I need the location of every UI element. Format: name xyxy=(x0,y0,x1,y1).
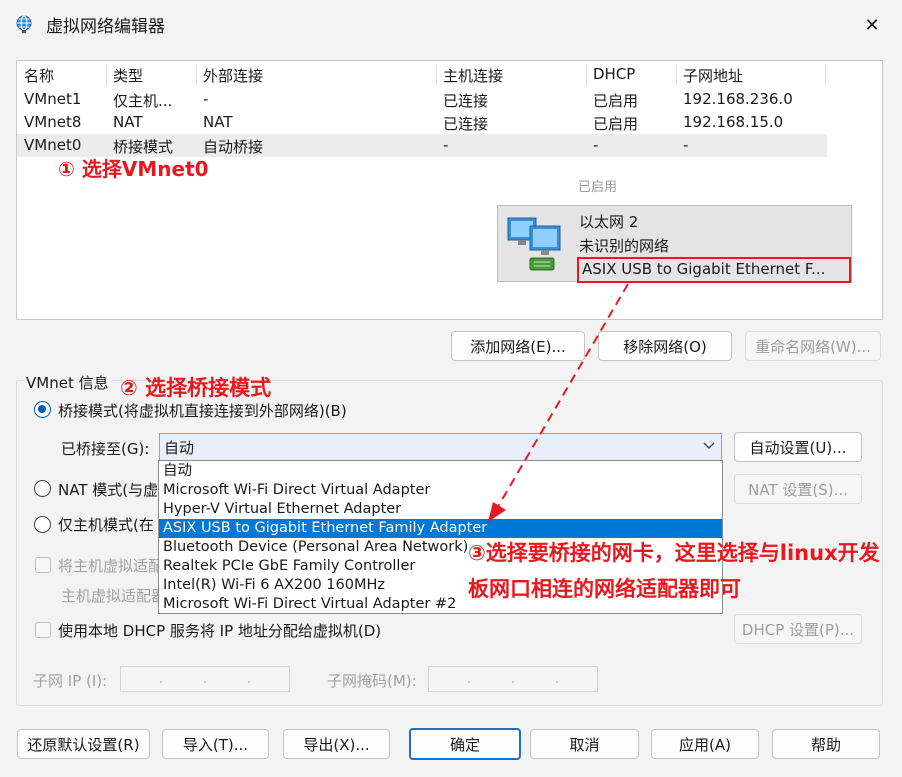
adapter-card-status: 未识别的网络 xyxy=(579,237,670,255)
apply-button[interactable]: 应用(A) xyxy=(651,729,759,759)
dropdown-option[interactable]: 自动 xyxy=(159,462,722,481)
connect-host-adapter-checkbox[interactable] xyxy=(35,557,51,573)
help-button[interactable]: 帮助 xyxy=(772,729,880,759)
annotation-step3: ③选择要桥接的网卡，这里选择与linux开发板网口相连的网络适配器即可 xyxy=(468,541,880,601)
auto-settings-button[interactable]: 自动设置(U)... xyxy=(734,432,862,462)
column-header-external[interactable]: 外部连接 xyxy=(203,65,263,86)
annotation-step2: ② 选择桥接模式 xyxy=(120,376,272,400)
bridged-mode-radio[interactable] xyxy=(34,401,51,418)
window-title: 虚拟网络编辑器 xyxy=(46,17,165,37)
nat-mode-label[interactable]: NAT 模式(与虚 xyxy=(58,479,158,500)
import-button[interactable]: 导入(T)... xyxy=(162,729,269,759)
host-only-label[interactable]: 仅主机模式(在 xyxy=(58,514,154,535)
list-header: 名称 类型 外部连接 主机连接 DHCP 子网地址 xyxy=(17,63,827,86)
column-header-type[interactable]: 类型 xyxy=(113,65,143,86)
faded-tooltip-text: 已启用 xyxy=(578,180,618,195)
table-row[interactable]: VMnet1 仅主机... - 已连接 已启用 192.168.236.0 xyxy=(17,88,827,111)
add-network-button[interactable]: 添加网络(E)... xyxy=(451,331,585,361)
dropdown-option[interactable]: Microsoft Wi-Fi Direct Virtual Adapter xyxy=(159,481,722,500)
close-button[interactable]: ✕ xyxy=(852,10,892,40)
export-button[interactable]: 导出(X)... xyxy=(283,729,390,759)
chevron-down-icon xyxy=(703,442,715,449)
subnet-ip-input[interactable]: . . . xyxy=(120,666,290,692)
dhcp-label[interactable]: 使用本地 DHCP 服务将 IP 地址分配给虚拟机(D) xyxy=(58,620,381,641)
bridged-to-label: 已桥接至(G): xyxy=(61,440,150,458)
dhcp-checkbox[interactable] xyxy=(35,622,51,638)
remove-network-button[interactable]: 移除网络(O) xyxy=(598,331,732,361)
cancel-button[interactable]: 取消 xyxy=(530,729,639,759)
bridged-to-value: 自动 xyxy=(164,439,195,457)
network-adapter-icon xyxy=(507,217,561,271)
adapter-card-name: 以太网 2 xyxy=(579,213,639,231)
column-header-dhcp[interactable]: DHCP xyxy=(593,65,635,83)
subnet-ip-label: 子网 IP (I): xyxy=(33,672,108,690)
bridged-mode-label[interactable]: 桥接模式(将虚拟机直接连接到外部网络)(B) xyxy=(58,400,347,421)
subnet-mask-label: 子网掩码(M): xyxy=(327,672,417,690)
close-icon: ✕ xyxy=(864,14,880,36)
connect-host-adapter-label: 将主机虚拟适配 xyxy=(58,557,164,575)
restore-defaults-button[interactable]: 还原默认设置(R) xyxy=(17,729,150,759)
globe-network-icon xyxy=(16,15,32,33)
column-header-subnet[interactable]: 子网地址 xyxy=(683,65,743,86)
dhcp-settings-button[interactable]: DHCP 设置(P)... xyxy=(734,614,862,644)
annotation-step1: ① 选择VMnet0 xyxy=(58,157,209,181)
bridged-to-select[interactable]: 自动 xyxy=(159,433,722,461)
nat-settings-button[interactable]: NAT 设置(S)... xyxy=(734,474,862,504)
table-row[interactable]: VMnet8 NAT NAT 已连接 已启用 192.168.15.0 xyxy=(17,111,827,134)
nat-mode-radio[interactable] xyxy=(34,480,51,497)
column-header-name[interactable]: 名称 xyxy=(24,65,54,86)
vmnet-info-label: VMnet 信息 xyxy=(24,372,111,393)
ok-button[interactable]: 确定 xyxy=(409,728,521,760)
host-adapter-name-label: 主机虚拟适配器 xyxy=(61,587,167,605)
column-header-host[interactable]: 主机连接 xyxy=(443,65,503,86)
adapter-card-adapter-highlight: ASIX USB to Gigabit Ethernet F... xyxy=(577,257,851,283)
rename-network-button[interactable]: 重命名网络(W)... xyxy=(745,331,881,361)
adapter-card: 以太网 2 未识别的网络 ASIX USB to Gigabit Etherne… xyxy=(497,205,852,283)
dropdown-option[interactable]: Hyper-V Virtual Ethernet Adapter xyxy=(159,500,722,519)
host-only-radio[interactable] xyxy=(34,516,51,533)
subnet-mask-input[interactable]: . . . xyxy=(428,666,598,692)
